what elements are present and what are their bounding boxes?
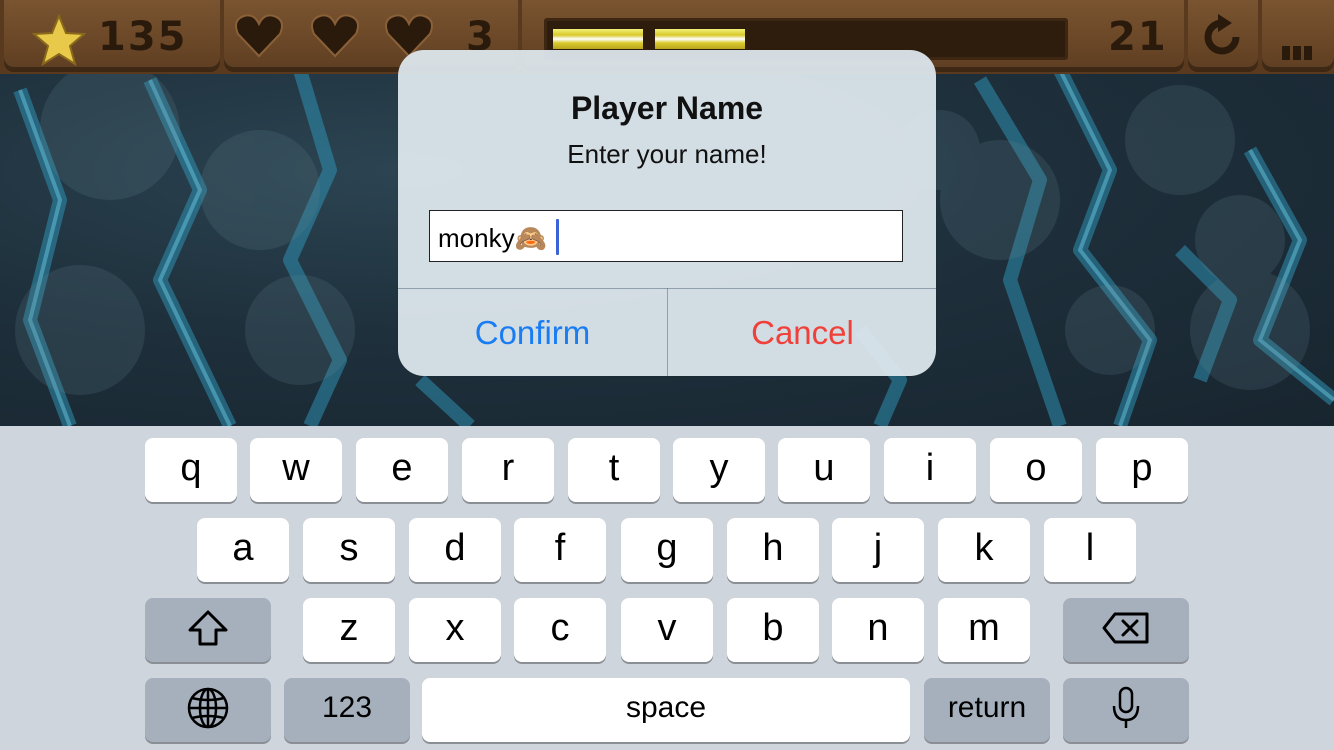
key-g[interactable]: g xyxy=(621,518,713,582)
backspace-icon xyxy=(1102,612,1149,644)
key-p[interactable]: p xyxy=(1096,438,1188,502)
space-key[interactable]: space xyxy=(422,678,910,742)
key-m[interactable]: m xyxy=(938,598,1030,662)
restart-button[interactable] xyxy=(1188,0,1258,70)
globe-icon xyxy=(187,687,229,729)
onscreen-keyboard: q w e r t y u i o p a s d f g h j k l z … xyxy=(0,426,1334,750)
key-x[interactable]: x xyxy=(409,598,501,662)
key-c[interactable]: c xyxy=(514,598,606,662)
key-l[interactable]: l xyxy=(1044,518,1136,582)
shift-icon xyxy=(188,610,228,646)
key-w[interactable]: w xyxy=(250,438,342,502)
globe-key[interactable] xyxy=(145,678,271,742)
dialog-message: Enter your name! xyxy=(567,139,767,169)
text-caret xyxy=(556,219,559,255)
star-icon xyxy=(32,14,86,66)
confirm-button[interactable]: Confirm xyxy=(398,289,667,376)
space-key-label: space xyxy=(625,691,707,724)
progress-segment xyxy=(553,29,643,49)
key-d[interactable]: d xyxy=(409,518,501,582)
key-v[interactable]: v xyxy=(621,598,713,662)
key-e[interactable]: e xyxy=(356,438,448,502)
key-t[interactable]: t xyxy=(568,438,660,502)
key-q[interactable]: q xyxy=(145,438,237,502)
menu-icon xyxy=(1282,46,1312,60)
key-a[interactable]: a xyxy=(197,518,289,582)
backspace-key[interactable] xyxy=(1063,598,1189,662)
key-o[interactable]: o xyxy=(990,438,1082,502)
key-f[interactable]: f xyxy=(514,518,606,582)
key-i[interactable]: i xyxy=(884,438,976,502)
dialog-title: Player Name xyxy=(570,90,764,126)
key-h[interactable]: h xyxy=(727,518,819,582)
key-y[interactable]: y xyxy=(673,438,765,502)
microphone-icon xyxy=(1112,686,1140,728)
numbers-key-label: 123 xyxy=(321,691,373,724)
numbers-key[interactable]: 123 xyxy=(284,678,410,742)
level-number: 21 xyxy=(1108,14,1168,60)
key-j[interactable]: j xyxy=(832,518,924,582)
menu-button[interactable] xyxy=(1262,0,1334,70)
key-z[interactable]: z xyxy=(303,598,395,662)
return-key[interactable]: return xyxy=(924,678,1050,742)
key-s[interactable]: s xyxy=(303,518,395,582)
key-b[interactable]: b xyxy=(727,598,819,662)
key-u[interactable]: u xyxy=(778,438,870,502)
progress-segment xyxy=(655,29,745,49)
star-count: 135 xyxy=(98,14,188,60)
key-k[interactable]: k xyxy=(938,518,1030,582)
restart-icon xyxy=(1204,14,1240,55)
player-name-input[interactable]: monky🙈 xyxy=(429,210,903,262)
cancel-button[interactable]: Cancel xyxy=(668,289,936,376)
score-panel: 135 xyxy=(4,0,220,70)
shift-key[interactable] xyxy=(145,598,271,662)
key-r[interactable]: r xyxy=(462,438,554,502)
key-n[interactable]: n xyxy=(832,598,924,662)
heart-icon xyxy=(311,14,359,58)
heart-icon xyxy=(235,14,283,58)
microphone-key[interactable] xyxy=(1063,678,1189,742)
player-name-value: monky🙈 xyxy=(438,223,547,253)
player-name-dialog: Player Name Enter your name! monky🙈 Conf… xyxy=(398,50,936,376)
return-key-label: return xyxy=(947,691,1027,724)
